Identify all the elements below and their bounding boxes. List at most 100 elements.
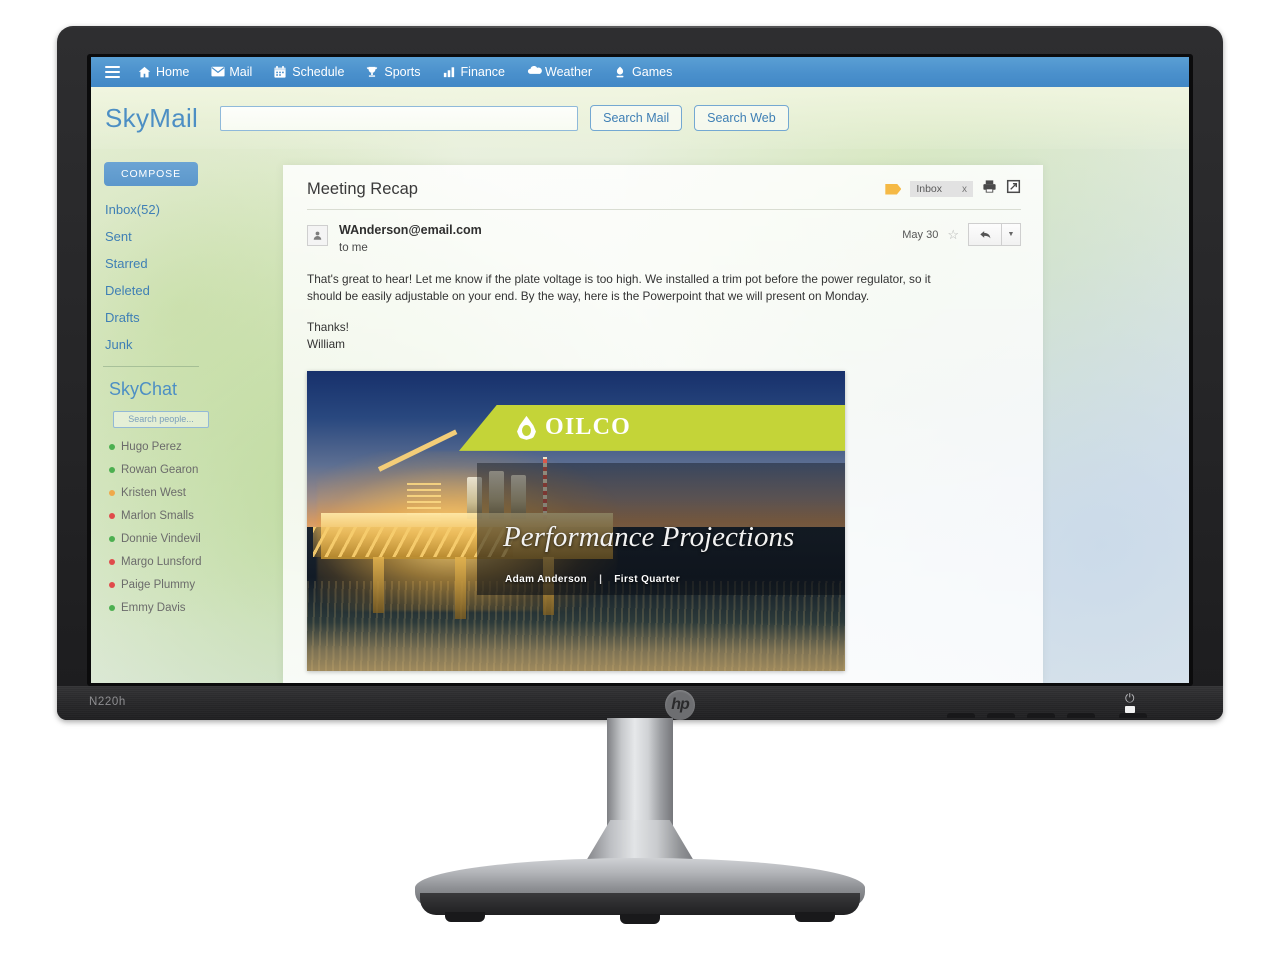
- osd-button[interactable]: [987, 713, 1015, 718]
- mail-actions: May 30 ☆ ▼: [902, 223, 1021, 246]
- nav-label: Home: [156, 65, 190, 79]
- closing-line: Thanks!: [307, 319, 349, 334]
- hp-logo: hp: [665, 690, 695, 720]
- chevron-down-icon[interactable]: ▼: [1002, 223, 1021, 246]
- contact-item[interactable]: Hugo Perez: [109, 441, 283, 453]
- slide-credit-separator: |: [599, 573, 603, 585]
- contact-item[interactable]: Rowan Gearon: [109, 464, 283, 476]
- open-in-new-window-icon[interactable]: [1006, 179, 1021, 199]
- mail-sender-row: WAnderson@email.com to me May 30 ☆ ▼: [307, 223, 1021, 254]
- brand-search-bar: SkyMail Search Mail Search Web: [91, 87, 1189, 149]
- home-icon: [138, 66, 151, 79]
- status-dot: [109, 443, 115, 450]
- slide-logo-text: OILCO: [545, 414, 632, 441]
- search-web-button[interactable]: Search Web: [694, 105, 789, 131]
- contact-name: Paige Plummy: [121, 578, 196, 591]
- nav-item-mail[interactable]: Mail: [211, 65, 252, 79]
- nav-label: Finance: [460, 65, 506, 79]
- osd-button-row: [947, 713, 1147, 719]
- contact-item[interactable]: Emmy Davis: [109, 602, 283, 614]
- osd-button[interactable]: [947, 713, 975, 718]
- email-subject: Meeting Recap: [307, 179, 418, 198]
- star-icon[interactable]: ☆: [947, 227, 959, 243]
- tag-icon[interactable]: [885, 183, 902, 195]
- nav-label: Games: [632, 65, 673, 79]
- nav-item-weather[interactable]: Weather: [527, 65, 592, 79]
- hamburger-icon[interactable]: [105, 66, 120, 78]
- nav-item-games[interactable]: Games: [614, 65, 672, 79]
- skychat-heading: SkyChat: [109, 379, 178, 399]
- sidebar: COMPOSE Inbox(52) Sent Starred Deleted D…: [91, 149, 283, 683]
- status-dot: [109, 604, 115, 611]
- sidebar-item-drafts[interactable]: Drafts: [105, 310, 283, 325]
- nav-label: Weather: [545, 65, 593, 79]
- osd-button[interactable]: [1027, 713, 1055, 718]
- oil-rig-leg: [373, 556, 384, 613]
- monitor-body: Home Mail Schedule Sports Finance Weathe…: [57, 26, 1223, 720]
- contact-item[interactable]: Marlon Smalls: [109, 510, 283, 522]
- attachment-slide-preview[interactable]: OILCO Performance Projections Adam Ander…: [307, 370, 845, 671]
- contact-item[interactable]: Paige Plummy: [109, 579, 283, 591]
- power-led: [1125, 706, 1135, 713]
- status-dot: [109, 581, 115, 588]
- contact-name: Rowan Gearon: [121, 463, 199, 476]
- osd-button[interactable]: [1119, 713, 1147, 718]
- oil-rig-leg: [455, 556, 466, 619]
- envelope-icon: [211, 66, 225, 79]
- slide-logo-banner: OILCO: [459, 404, 845, 451]
- label-chip-inbox[interactable]: Inbox x: [910, 181, 973, 197]
- status-dot: [109, 558, 115, 565]
- search-mail-button[interactable]: Search Mail: [590, 105, 683, 131]
- sender-block: WAnderson@email.com to me: [307, 223, 482, 254]
- status-dot: [109, 466, 115, 473]
- contact-item[interactable]: Kristen West: [109, 487, 283, 499]
- stand-foot: [795, 912, 835, 922]
- top-navigation-bar: Home Mail Schedule Sports Finance Weathe…: [91, 57, 1189, 87]
- people-search-input[interactable]: [113, 410, 209, 428]
- mail-header-tools: Inbox x: [885, 179, 1021, 199]
- compose-button[interactable]: COMPOSE: [104, 162, 198, 186]
- sidebar-item-sent[interactable]: Sent: [105, 229, 283, 244]
- nav-item-sports[interactable]: Sports: [366, 65, 421, 79]
- power-icon[interactable]: ⏻: [1125, 691, 1135, 706]
- trophy-icon: [366, 66, 379, 79]
- contact-name: Margo Lunsford: [121, 555, 202, 568]
- reply-arrow-icon[interactable]: [968, 223, 1002, 246]
- nav-item-finance[interactable]: Finance: [443, 65, 505, 79]
- gamepad-icon: [614, 66, 627, 79]
- sidebar-item-inbox[interactable]: Inbox(52): [105, 202, 283, 217]
- label-chip-text: Inbox: [916, 183, 942, 195]
- monitor-chin: N220h hp ⏻: [57, 686, 1223, 720]
- printer-icon[interactable]: [982, 179, 997, 199]
- reply-button-group: ▼: [968, 223, 1021, 246]
- slide-credits: Adam Anderson | First Quarter: [505, 574, 680, 585]
- contact-name: Donnie Vindevil: [121, 532, 201, 545]
- status-dot: [109, 535, 115, 542]
- cloud-icon: [527, 65, 542, 79]
- nav-item-home[interactable]: Home: [138, 65, 189, 79]
- stand-foot: [445, 912, 485, 922]
- mail-header-row: Meeting Recap Inbox x: [307, 179, 1021, 210]
- recipient-label: to me: [339, 242, 368, 254]
- sender-email: WAnderson@email.com: [339, 223, 482, 237]
- sidebar-item-junk[interactable]: Junk: [105, 337, 283, 352]
- contact-list: Hugo Perez Rowan Gearon Kristen West Mar…: [101, 441, 283, 614]
- close-icon[interactable]: x: [962, 184, 967, 195]
- nav-label: Sports: [384, 65, 421, 79]
- sidebar-item-deleted[interactable]: Deleted: [105, 283, 283, 298]
- status-dot: [109, 489, 115, 496]
- monitor-stand-base-front: [420, 893, 860, 915]
- body-paragraph: That's great to hear! Let me know if the…: [307, 272, 931, 304]
- slide-author: Adam Anderson: [505, 573, 588, 585]
- sidebar-item-starred[interactable]: Starred: [105, 256, 283, 271]
- contact-name: Hugo Perez: [121, 440, 182, 453]
- avatar: [307, 225, 328, 246]
- contact-item[interactable]: Donnie Vindevil: [109, 533, 283, 545]
- contact-item[interactable]: Margo Lunsford: [109, 556, 283, 568]
- search-input[interactable]: [220, 105, 579, 131]
- status-dot: [109, 512, 115, 519]
- nav-item-schedule[interactable]: Schedule: [274, 65, 344, 79]
- contact-name: Emmy Davis: [121, 601, 186, 614]
- osd-button[interactable]: [1067, 713, 1095, 718]
- oil-droplet-icon: [517, 415, 536, 440]
